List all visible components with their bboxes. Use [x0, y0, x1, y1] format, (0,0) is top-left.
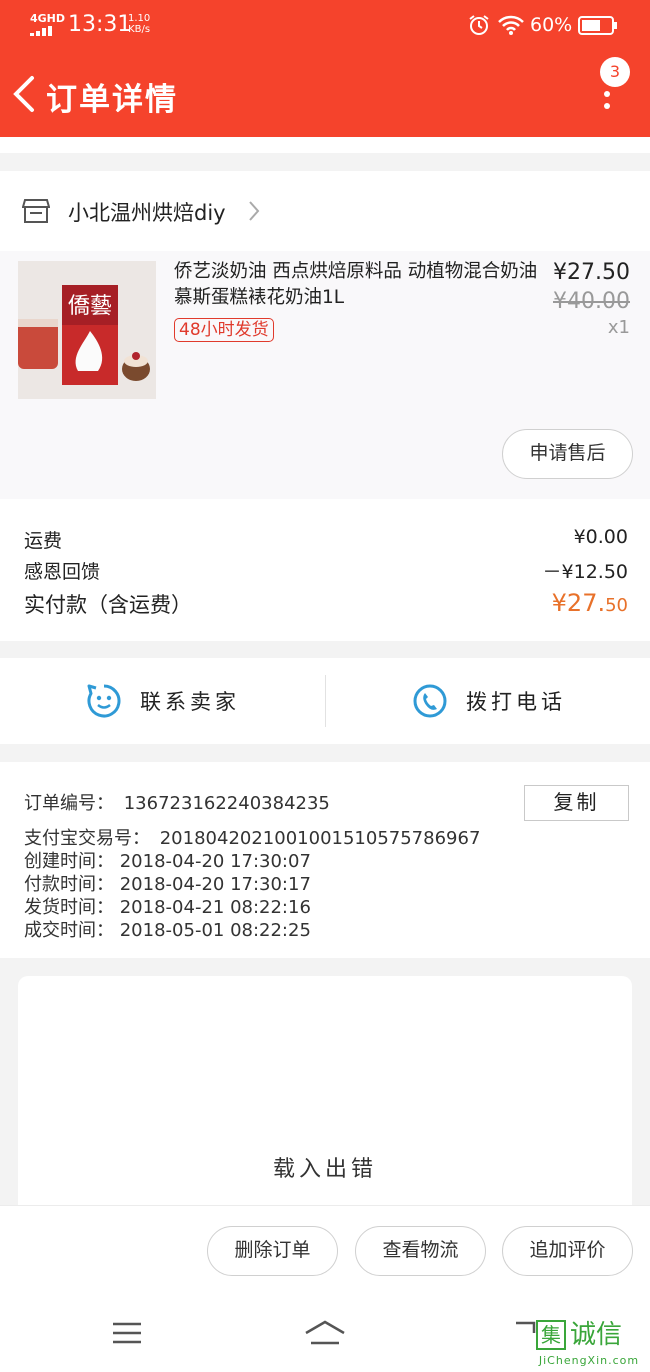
contact-seller-label: 联系卖家: [140, 690, 240, 714]
app-header: 4GHD 13:31 1.10 KB/s 60% 订单详情 3: [0, 0, 650, 137]
add-review-button[interactable]: 追加评价: [502, 1226, 633, 1276]
alarm-icon: [469, 15, 489, 35]
watermark-url: JiChengXin.com: [538, 1354, 640, 1367]
created-time: 2018-04-20 17:30:07: [119, 851, 311, 872]
total-paid-label: 实付款（含运费）: [24, 593, 192, 617]
home-icon[interactable]: [303, 1319, 347, 1347]
bottom-action-bar: 删除订单 查看物流 追加评价: [0, 1205, 650, 1297]
shipping-fee-row: 运费 ¥0.00: [24, 526, 628, 553]
call-phone-label: 拨打电话: [466, 690, 566, 714]
status-bar: 4GHD 13:31 1.10 KB/s 60%: [0, 0, 650, 52]
watermark: 集 诚信 JiChengXin.com: [530, 1320, 648, 1370]
created-time-row: 创建时间： 2018-04-20 17:30:07: [24, 851, 311, 872]
recommend-panel: 载入出错: [18, 976, 632, 1216]
shipping-tag: 48小时发货: [174, 318, 274, 342]
back-arrow-icon[interactable]: [10, 74, 38, 114]
store-icon: [22, 199, 50, 223]
network-speed: 1.10 KB/s: [128, 13, 151, 35]
wifi-icon: [498, 15, 524, 35]
fee-summary: 运费 ¥0.00 感恩回馈 －¥12.50 实付款（含运费） ¥27.50: [0, 499, 650, 641]
chevron-right-icon: [249, 201, 260, 221]
product-price: ¥27.50: [553, 260, 630, 285]
reward-label: 感恩回馈: [24, 561, 101, 583]
completed-time: 2018-05-01 08:22:25: [119, 920, 311, 941]
call-phone-button[interactable]: 拨打电话: [326, 658, 650, 744]
order-number-row: 订单编号： 136723162240384235: [24, 793, 330, 814]
alipay-trade-number: 2018042021001001510575786967: [159, 828, 481, 849]
reward-value: －¥12.50: [542, 561, 628, 583]
more-dots-icon: [604, 91, 610, 115]
order-item: 僑藝 侨艺淡奶油 西点烘焙原料品 动植物混合奶油慕斯蛋糕裱花奶油1L 48小时发…: [0, 251, 650, 499]
shipping-fee-label: 运费: [24, 530, 63, 552]
shop-name: 小北温州烘焙diy: [68, 201, 226, 225]
product-title[interactable]: 侨艺淡奶油 西点烘焙原料品 动植物混合奶油慕斯蛋糕裱花奶油1L: [174, 259, 544, 311]
watermark-text: 诚信: [570, 1320, 623, 1350]
signal-icon: [30, 26, 54, 36]
reward-row: 感恩回馈 －¥12.50: [24, 557, 628, 584]
paid-time: 2018-04-20 17:30:17: [119, 874, 311, 895]
watermark-logo: 集: [536, 1320, 566, 1350]
product-image[interactable]: 僑藝: [18, 261, 156, 399]
paid-time-row: 付款时间： 2018-04-20 17:30:17: [24, 874, 311, 895]
more-menu-button[interactable]: 3: [596, 57, 636, 117]
contact-seller-button[interactable]: 联系卖家: [0, 658, 325, 744]
top-spacer: [0, 137, 650, 153]
product-quantity: x1: [607, 317, 630, 338]
shipped-time: 2018-04-21 08:22:16: [119, 897, 311, 918]
battery-percent: 60%: [530, 14, 573, 36]
battery-icon: [578, 16, 617, 35]
message-badge: 3: [600, 57, 630, 87]
load-error-message: 载入出错: [272, 1157, 377, 1182]
order-info: 订单编号： 136723162240384235 复制 支付宝交易号： 2018…: [0, 762, 650, 958]
total-paid-row: 实付款（含运费） ¥27.50: [24, 589, 628, 619]
chat-face-icon: [87, 684, 121, 718]
contact-bar: 联系卖家 拨打电话: [0, 658, 650, 744]
phone-icon: [413, 684, 447, 718]
menu-icon[interactable]: [112, 1321, 142, 1345]
shipping-fee-value: ¥0.00: [573, 526, 628, 548]
alipay-row: 支付宝交易号： 2018042021001001510575786967: [24, 828, 481, 849]
completed-time-row: 成交时间： 2018-05-01 08:22:25: [24, 920, 311, 941]
network-type: 4GHD: [30, 12, 66, 25]
product-image-brand: 僑藝: [68, 294, 112, 319]
original-price: ¥40.00: [553, 289, 630, 314]
shop-row[interactable]: 小北温州烘焙diy: [0, 171, 650, 251]
order-number: 136723162240384235: [123, 793, 330, 814]
apply-aftersale-button[interactable]: 申请售后: [502, 429, 633, 479]
view-logistics-button[interactable]: 查看物流: [355, 1226, 486, 1276]
shipped-time-row: 发货时间： 2018-04-21 08:22:16: [24, 897, 311, 918]
total-paid-value: ¥27.50: [551, 589, 628, 617]
page-title: 订单详情: [46, 82, 178, 118]
clock: 13:31: [68, 12, 132, 37]
copy-order-number-button[interactable]: 复制: [524, 785, 629, 821]
delete-order-button[interactable]: 删除订单: [207, 1226, 338, 1276]
